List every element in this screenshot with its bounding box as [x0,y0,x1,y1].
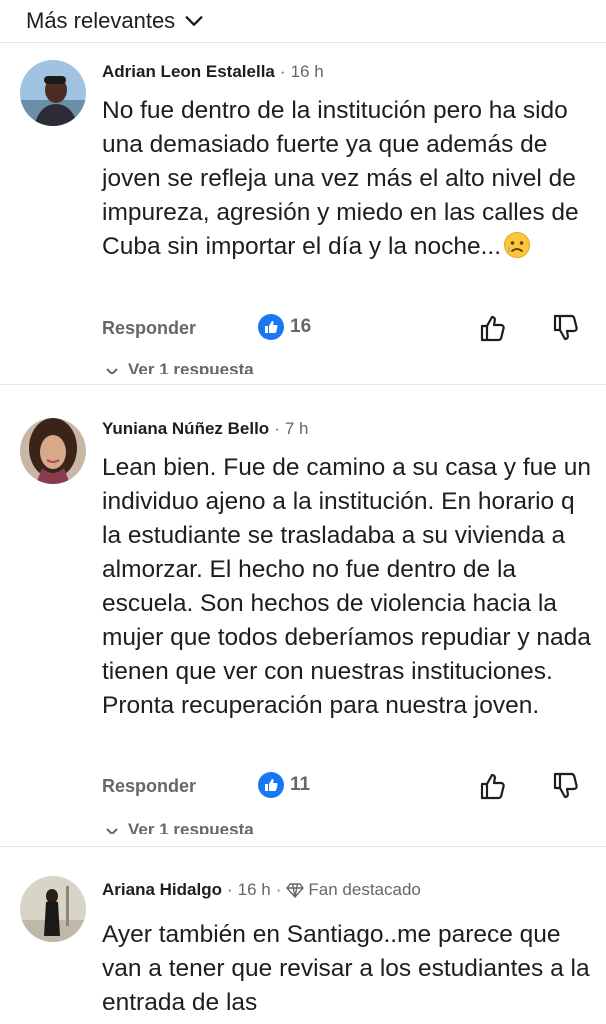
like-reaction-icon [258,772,284,798]
thumbs-up-icon[interactable] [478,312,508,344]
view-replies-link[interactable]: Ver 1 respuesta [104,820,254,834]
chevron-down-icon [106,828,118,834]
divider [0,42,606,43]
reply-button[interactable]: Responder [102,318,196,339]
timestamp[interactable]: 16 h [238,880,271,900]
comment-header: Ariana Hidalgo · 16 h · Fan destacado [102,880,421,900]
sort-label: Más relevantes [26,8,176,33]
comment-text: Ayer también en Santiago..me parece que … [102,921,590,1016]
timestamp[interactable]: 16 h [291,62,324,82]
reaction-count: 16 [290,316,312,337]
thumbs-up-icon[interactable] [478,770,508,802]
comment-text: No fue dentro de la institución pero ha … [102,97,579,260]
sort-dropdown[interactable]: Más relevantes [26,6,205,36]
author-name[interactable]: Ariana Hidalgo [102,880,222,900]
sad-tear-emoji-icon [504,232,531,258]
author-name[interactable]: Yuniana Núñez Bello [102,419,269,439]
top-fan-badge: Fan destacado [308,880,421,899]
chevron-down-icon [106,368,118,374]
diamond-icon [286,883,305,898]
divider [0,384,606,385]
divider [0,846,606,847]
comment-header: Yuniana Núñez Bello · 7 h [102,419,309,439]
like-reaction-icon [258,314,284,340]
avatar[interactable] [20,876,86,942]
thumbs-down-icon[interactable] [551,770,581,802]
timestamp[interactable]: 7 h [285,419,309,439]
comment-actions: Responder 11 [0,770,606,806]
comment-header: Adrian Leon Estalella · 16 h [102,62,324,82]
view-replies-link[interactable]: Ver 1 respuesta [104,360,254,374]
reaction-summary[interactable]: 16 [258,314,311,340]
comment-text: Lean bien. Fue de camino a su casa y fue… [102,454,591,719]
comment-actions: Responder 16 [0,312,606,348]
chevron-down-icon [185,16,203,26]
thumbs-down-icon[interactable] [551,312,581,344]
avatar[interactable] [20,60,86,126]
reaction-count: 11 [290,774,311,795]
author-name[interactable]: Adrian Leon Estalella [102,62,275,82]
reply-button[interactable]: Responder [102,776,196,797]
reaction-summary[interactable]: 11 [258,772,310,798]
avatar[interactable] [20,418,86,484]
